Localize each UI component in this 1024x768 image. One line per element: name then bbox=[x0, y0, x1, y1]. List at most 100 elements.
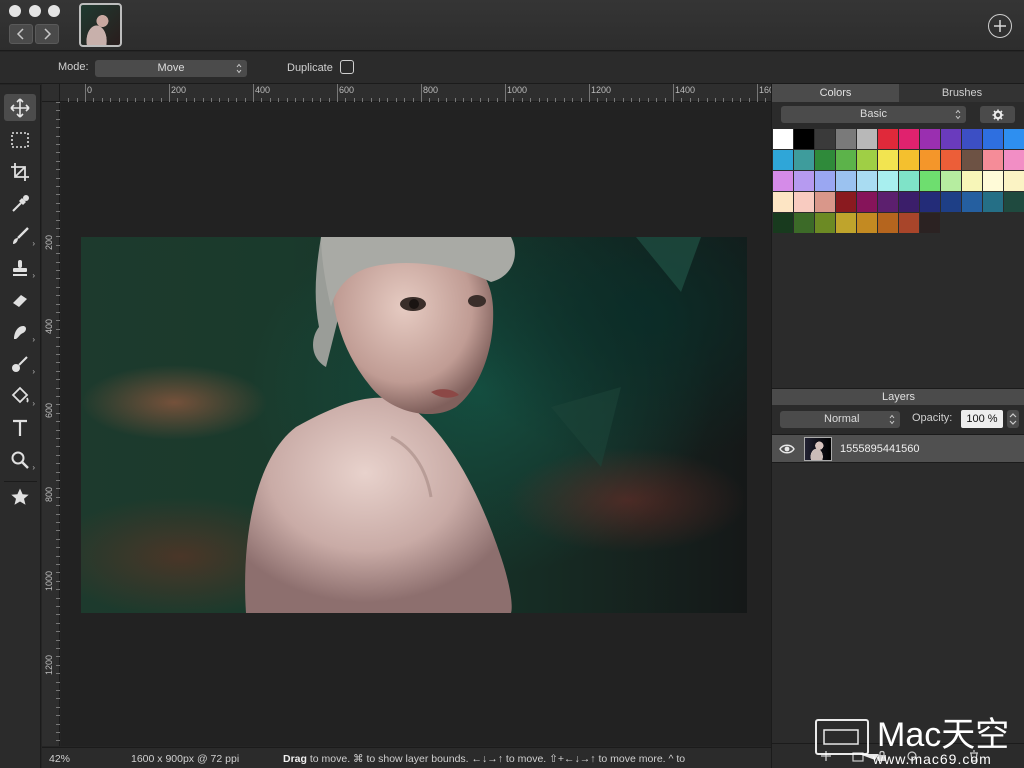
color-swatch[interactable] bbox=[983, 192, 1003, 212]
color-swatch[interactable] bbox=[878, 171, 898, 191]
stamp-tool[interactable]: › bbox=[4, 254, 36, 281]
color-swatch[interactable] bbox=[836, 192, 856, 212]
eyedropper-tool[interactable] bbox=[4, 190, 36, 217]
color-swatch[interactable] bbox=[962, 129, 982, 149]
ruler-tick bbox=[56, 631, 60, 632]
blend-mode-select[interactable]: Normal bbox=[780, 411, 900, 428]
color-swatch[interactable] bbox=[920, 213, 940, 233]
color-swatch[interactable] bbox=[815, 192, 835, 212]
color-swatch[interactable] bbox=[1004, 192, 1024, 212]
color-swatch[interactable] bbox=[899, 150, 919, 170]
ruler-label: 1400 bbox=[675, 85, 696, 95]
palette-select[interactable]: Basic bbox=[781, 106, 966, 123]
ruler-tick bbox=[278, 98, 279, 102]
zoom-tool[interactable]: › bbox=[4, 446, 36, 473]
color-swatch[interactable] bbox=[857, 192, 877, 212]
color-swatch[interactable] bbox=[1004, 150, 1024, 170]
marquee-tool[interactable] bbox=[4, 126, 36, 153]
color-swatch[interactable] bbox=[962, 171, 982, 191]
zoom-window-button[interactable] bbox=[48, 5, 60, 17]
move-tool[interactable] bbox=[4, 94, 36, 121]
document-thumbnail[interactable] bbox=[79, 3, 122, 47]
mode-select[interactable]: Move bbox=[95, 60, 247, 77]
color-swatch[interactable] bbox=[920, 192, 940, 212]
color-swatch[interactable] bbox=[815, 213, 835, 233]
color-swatch[interactable] bbox=[983, 171, 1003, 191]
color-swatch[interactable] bbox=[836, 213, 856, 233]
color-swatch[interactable] bbox=[878, 213, 898, 233]
smudge-tool[interactable]: › bbox=[4, 318, 36, 345]
color-swatch[interactable] bbox=[773, 171, 793, 191]
minimize-window-button[interactable] bbox=[29, 5, 41, 17]
duplicate-checkbox[interactable] bbox=[340, 60, 354, 74]
color-swatch[interactable] bbox=[983, 129, 1003, 149]
color-swatch[interactable] bbox=[920, 171, 940, 191]
zoom-level[interactable]: 42% bbox=[49, 753, 70, 765]
color-swatch[interactable] bbox=[794, 192, 814, 212]
color-swatch[interactable] bbox=[941, 129, 961, 149]
brush-tool[interactable]: › bbox=[4, 222, 36, 249]
color-swatch[interactable] bbox=[1004, 171, 1024, 191]
color-swatch[interactable] bbox=[878, 129, 898, 149]
add-document-button[interactable] bbox=[988, 14, 1012, 38]
forward-button[interactable] bbox=[35, 24, 59, 44]
favorites-tool[interactable] bbox=[4, 483, 36, 510]
close-window-button[interactable] bbox=[9, 5, 21, 17]
color-swatch[interactable] bbox=[836, 150, 856, 170]
color-swatch[interactable] bbox=[878, 150, 898, 170]
color-swatch[interactable] bbox=[773, 192, 793, 212]
tab-brushes[interactable]: Brushes bbox=[899, 84, 1024, 102]
color-swatch[interactable] bbox=[836, 171, 856, 191]
color-swatch[interactable] bbox=[836, 129, 856, 149]
color-swatch[interactable] bbox=[773, 129, 793, 149]
crop-tool[interactable] bbox=[4, 158, 36, 185]
color-swatch[interactable] bbox=[815, 150, 835, 170]
back-button[interactable] bbox=[9, 24, 33, 44]
color-swatch[interactable] bbox=[857, 129, 877, 149]
color-swatch[interactable] bbox=[941, 192, 961, 212]
color-swatch[interactable] bbox=[983, 150, 1003, 170]
opacity-stepper[interactable] bbox=[1007, 410, 1019, 428]
color-swatch[interactable] bbox=[899, 192, 919, 212]
color-swatch[interactable] bbox=[1004, 129, 1024, 149]
color-swatch[interactable] bbox=[794, 150, 814, 170]
color-swatch[interactable] bbox=[962, 150, 982, 170]
color-swatch[interactable] bbox=[815, 171, 835, 191]
layer-row[interactable]: 1555895441560 bbox=[772, 434, 1024, 463]
eraser-tool[interactable] bbox=[4, 286, 36, 313]
color-swatch[interactable] bbox=[920, 150, 940, 170]
opacity-input[interactable]: 100 % bbox=[961, 410, 1003, 428]
ruler-tick bbox=[56, 354, 60, 355]
ruler-tick bbox=[749, 98, 750, 102]
palette-settings-button[interactable] bbox=[980, 106, 1015, 123]
color-swatch[interactable] bbox=[857, 213, 877, 233]
color-swatch[interactable] bbox=[815, 129, 835, 149]
color-swatch[interactable] bbox=[794, 129, 814, 149]
tools-divider bbox=[4, 481, 37, 482]
color-swatch[interactable] bbox=[899, 213, 919, 233]
color-swatch[interactable] bbox=[941, 171, 961, 191]
color-swatch[interactable] bbox=[794, 171, 814, 191]
color-swatch[interactable] bbox=[899, 171, 919, 191]
eye-icon[interactable] bbox=[779, 443, 795, 455]
color-swatch[interactable] bbox=[920, 129, 940, 149]
color-swatch[interactable] bbox=[857, 171, 877, 191]
color-swatch[interactable] bbox=[773, 213, 793, 233]
fill-tool[interactable]: › bbox=[4, 382, 36, 409]
color-swatch[interactable] bbox=[794, 213, 814, 233]
document-image[interactable] bbox=[81, 237, 747, 613]
dodge-tool[interactable]: › bbox=[4, 350, 36, 377]
color-swatch[interactable] bbox=[941, 150, 961, 170]
watermark-brand: Mac天空 bbox=[877, 716, 1009, 754]
ruler-tick bbox=[505, 84, 506, 102]
text-tool[interactable] bbox=[4, 414, 36, 441]
ruler-tick bbox=[56, 379, 60, 380]
tab-colors[interactable]: Colors bbox=[772, 84, 899, 102]
color-swatch[interactable] bbox=[962, 192, 982, 212]
ruler-tick bbox=[471, 98, 472, 102]
color-swatch[interactable] bbox=[899, 129, 919, 149]
color-swatch[interactable] bbox=[773, 150, 793, 170]
ruler-tick bbox=[539, 98, 540, 102]
color-swatch[interactable] bbox=[878, 192, 898, 212]
color-swatch[interactable] bbox=[857, 150, 877, 170]
